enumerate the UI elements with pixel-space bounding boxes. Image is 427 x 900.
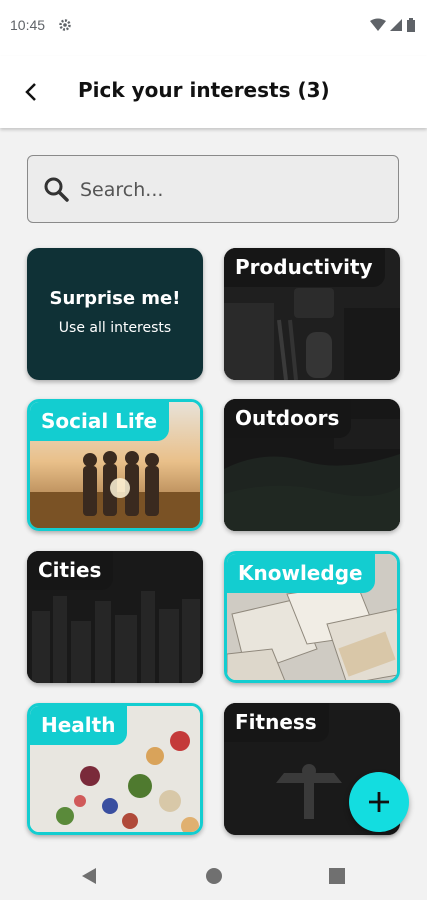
- card-label: Health: [30, 706, 128, 745]
- search-icon: [43, 176, 69, 206]
- page-title: Pick your interests (3): [78, 78, 330, 102]
- nav-recents-icon[interactable]: [329, 868, 345, 888]
- settings-gear-icon: [58, 17, 72, 36]
- battery-icon: [407, 17, 415, 36]
- plus-icon: [369, 792, 389, 812]
- add-fab-button[interactable]: [349, 772, 409, 832]
- interest-card-cities[interactable]: Cities: [27, 551, 203, 683]
- search-box[interactable]: [27, 155, 399, 223]
- interest-card-social-life[interactable]: Social Life: [27, 399, 203, 531]
- card-label: Knowledge: [227, 554, 375, 593]
- surprise-subtitle: Use all interests: [58, 320, 172, 336]
- interest-card-health[interactable]: Health: [27, 703, 203, 835]
- nav-home-icon[interactable]: [205, 867, 223, 889]
- card-label: Outdoors: [224, 399, 352, 438]
- back-arrow-icon[interactable]: [20, 80, 44, 104]
- app-bar: Pick your interests (3): [0, 56, 427, 128]
- surprise-title: Surprise me!: [49, 288, 181, 309]
- interest-card-productivity[interactable]: Productivity: [224, 248, 400, 380]
- signal-icon: [390, 17, 403, 36]
- interest-card-knowledge[interactable]: Knowledge: [224, 551, 400, 683]
- nav-back-icon[interactable]: [81, 867, 97, 889]
- interest-card-outdoors[interactable]: Outdoors: [224, 399, 400, 531]
- system-nav-bar: [0, 852, 427, 900]
- status-bar: 10:45: [0, 0, 427, 56]
- wifi-icon: [370, 17, 386, 36]
- card-label: Fitness: [224, 703, 329, 742]
- card-label: Social Life: [30, 402, 170, 441]
- status-icons: [370, 17, 415, 36]
- card-label: Cities: [27, 551, 114, 590]
- status-time: 10:45: [10, 17, 46, 33]
- search-input[interactable]: [78, 174, 382, 206]
- surprise-me-card[interactable]: Surprise me! Use all interests: [27, 248, 203, 380]
- card-label: Productivity: [224, 248, 385, 287]
